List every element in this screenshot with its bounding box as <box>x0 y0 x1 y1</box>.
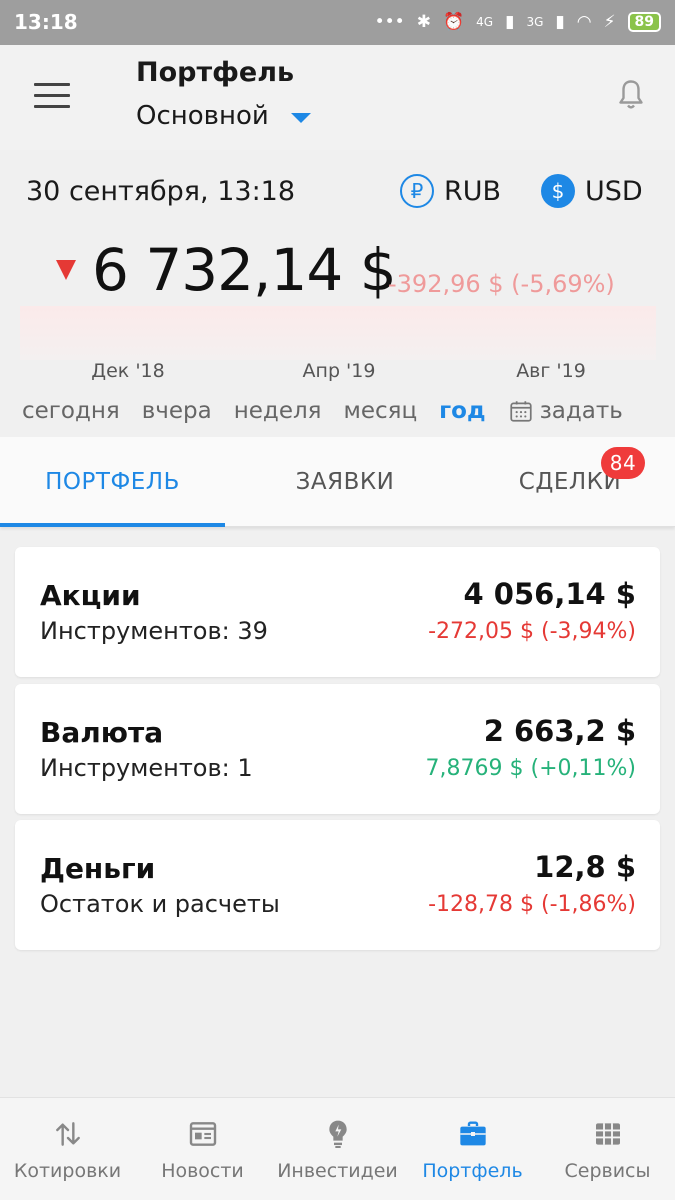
card-value: 4 056,14 $ <box>463 577 636 611</box>
lightbulb-icon <box>328 1120 347 1148</box>
card-value: 12,8 $ <box>534 850 636 884</box>
period-selector: сегодня вчера неделя месяц год задать <box>22 394 662 428</box>
tab-active-indicator <box>0 523 225 527</box>
ruble-icon: ₽ <box>400 174 434 208</box>
nav-quotes-label: Котировки <box>13 1160 122 1182</box>
portfolio-summary: 30 сентября, 13:18 ₽ RUB $ USD 6 732,14 … <box>0 150 675 435</box>
nav-portfolio[interactable]: Портфель <box>405 1098 540 1200</box>
card-change: -272,05 $ (-3,94%) <box>428 619 636 644</box>
status-time: 13:18 <box>14 10 78 34</box>
battery-level: 89 <box>627 12 661 32</box>
card-change: 7,8769 $ (+0,11%) <box>425 756 636 781</box>
portfolio-total: 6 732,14 $ <box>92 236 397 304</box>
nav-ideas[interactable]: Инвестидеи <box>270 1098 405 1200</box>
nav-quotes[interactable]: Котировки <box>0 1098 135 1200</box>
period-year[interactable]: год <box>439 398 485 424</box>
arrows-updown-icon <box>55 1122 80 1146</box>
calendar-icon <box>509 401 532 422</box>
portfolio-selector-label: Основной <box>136 101 269 131</box>
card-subtitle: Инструментов: 1 <box>40 754 253 782</box>
nav-ideas-label: Инвестидеи <box>277 1160 398 1182</box>
chart-x-labels: Дек '18 Апр '19 Авг '19 <box>0 360 675 386</box>
chart-x-label: Авг '19 <box>516 360 586 382</box>
card-change: -128,78 $ (-1,86%) <box>428 892 636 917</box>
card-title: Валюта <box>40 716 164 749</box>
currency-rub-button[interactable]: ₽ RUB <box>400 174 501 208</box>
tab-portfolio[interactable]: ПОРТФЕЛЬ <box>0 437 225 527</box>
trend-down-icon <box>56 260 76 280</box>
nav-news[interactable]: Новости <box>135 1098 270 1200</box>
nav-news-label: Новости <box>161 1160 244 1182</box>
nav-services-label: Сервисы <box>564 1160 651 1182</box>
card-value: 2 663,2 $ <box>483 714 636 748</box>
alarm-icon: ⏰ <box>442 12 465 32</box>
bottom-navigation: Котировки Новости Инвестидеи Портфель Се… <box>0 1097 675 1200</box>
charging-icon: ⚡ <box>603 12 616 32</box>
tab-bar: ПОРТФЕЛЬ ЗАЯВКИ СДЕЛКИ 84 <box>0 437 675 527</box>
summary-datetime: 30 сентября, 13:18 <box>26 176 296 207</box>
card-subtitle: Инструментов: 39 <box>40 617 268 645</box>
currency-rub-label: RUB <box>444 175 502 207</box>
chart-x-label: Апр '19 <box>302 360 376 382</box>
signal-3g-label: 3G <box>526 15 544 29</box>
deals-count-badge: 84 <box>601 447 645 479</box>
nav-services[interactable]: Сервисы <box>540 1098 675 1200</box>
tab-deals[interactable]: СДЕЛКИ 84 <box>465 437 675 527</box>
portfolio-change: -392,96 $ (-5,69%) <box>388 270 615 298</box>
period-yesterday[interactable]: вчера <box>142 398 212 424</box>
card-cash[interactable]: Деньги Остаток и расчеты 12,8 $ -128,78 … <box>15 820 660 950</box>
chevron-down-icon <box>290 113 311 123</box>
period-month[interactable]: месяц <box>344 398 418 424</box>
app-bar: Портфель Основной <box>0 45 675 150</box>
portfolio-selector[interactable]: Основной <box>136 101 311 131</box>
tab-orders[interactable]: ЗАЯВКИ <box>225 437 465 527</box>
card-currency[interactable]: Валюта Инструментов: 1 2 663,2 $ 7,8769 … <box>15 684 660 814</box>
menu-icon[interactable] <box>34 83 70 111</box>
grid-icon <box>595 1123 620 1145</box>
bell-icon[interactable] <box>613 77 649 113</box>
status-bar: 13:18 ••• ✱ ⏰ 4G ▮ 3G ▮ ◠ ⚡ 89 <box>0 0 675 45</box>
wifi-icon: ◠ <box>576 12 592 32</box>
news-icon <box>189 1122 216 1146</box>
portfolio-chart[interactable] <box>20 306 656 360</box>
more-dots-icon: ••• <box>374 12 405 32</box>
period-week[interactable]: неделя <box>234 398 322 424</box>
signal-4g-label: 4G <box>476 15 494 29</box>
status-icons: ••• ✱ ⏰ 4G ▮ 3G ▮ ◠ ⚡ 89 <box>375 10 661 34</box>
briefcase-icon <box>459 1121 486 1146</box>
period-custom-label: задать <box>539 398 623 424</box>
signal-icon: ▮ <box>555 12 565 32</box>
signal-icon: ▮ <box>505 12 515 32</box>
page-title: Портфель <box>136 57 295 88</box>
card-stocks[interactable]: Акции Инструментов: 39 4 056,14 $ -272,0… <box>15 547 660 677</box>
dollar-icon: $ <box>541 174 575 208</box>
card-subtitle: Остаток и расчеты <box>40 890 280 918</box>
currency-usd-label: USD <box>585 175 643 207</box>
period-custom-button[interactable]: задать <box>508 398 645 424</box>
bluetooth-icon: ✱ <box>416 12 431 32</box>
currency-usd-button[interactable]: $ USD <box>541 174 643 208</box>
card-title: Акции <box>40 579 141 612</box>
chart-x-label: Дек '18 <box>91 360 165 382</box>
card-title: Деньги <box>40 852 156 885</box>
period-today[interactable]: сегодня <box>22 398 120 424</box>
nav-portfolio-label: Портфель <box>422 1160 523 1182</box>
